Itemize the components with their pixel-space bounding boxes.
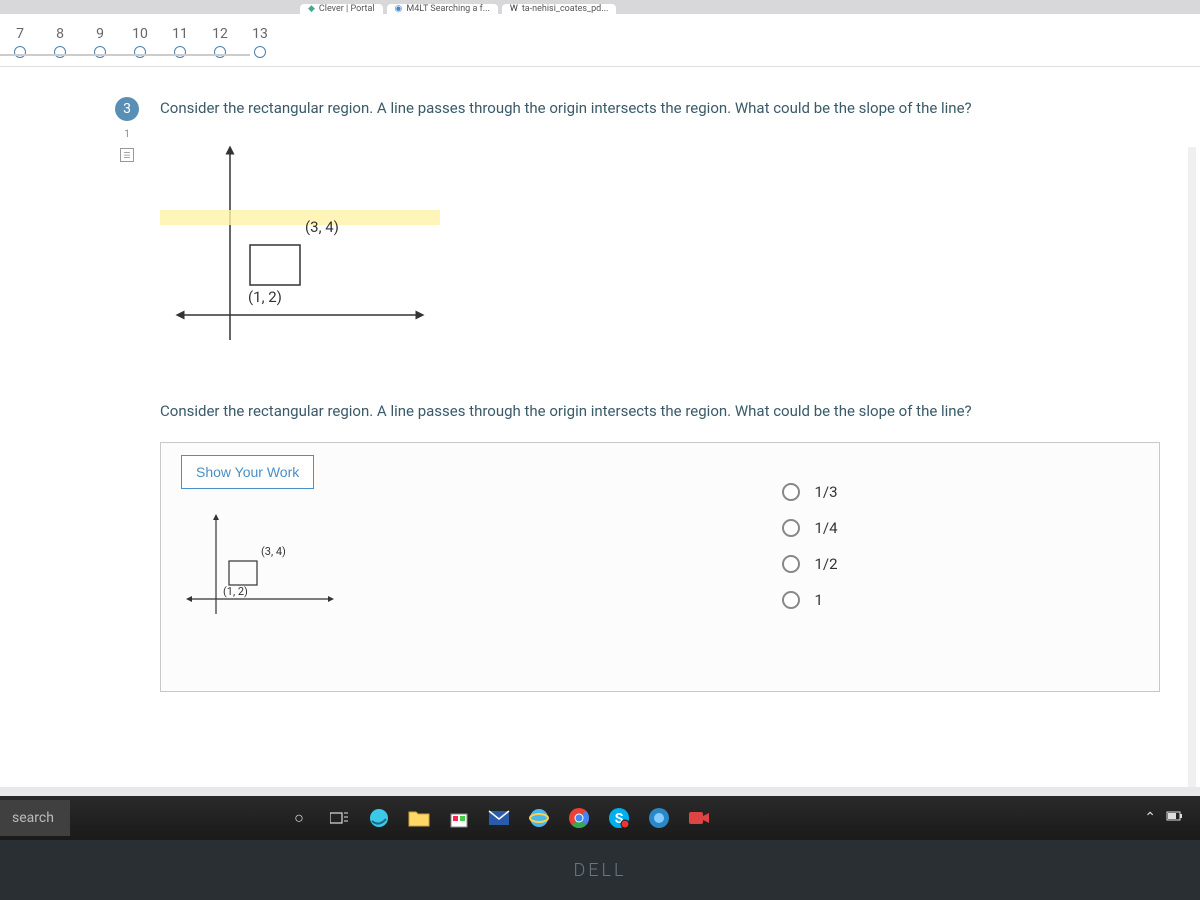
nav-question-13[interactable]: 13: [250, 26, 270, 58]
show-your-work-button[interactable]: Show Your Work: [181, 455, 314, 489]
store-icon[interactable]: [442, 801, 476, 835]
nav-dot-icon: [14, 46, 26, 58]
browser-tab[interactable]: ◉ M4LT Searching a f...: [387, 4, 498, 14]
scrollbar[interactable]: [1188, 147, 1196, 787]
question-flag-icon[interactable]: ☰: [120, 148, 134, 162]
option-1-4[interactable]: 1/4: [782, 519, 837, 537]
coord-label-bl: (1, 2): [248, 288, 282, 306]
nav-dot-icon: [174, 46, 186, 58]
radio-icon: [782, 591, 800, 609]
radio-icon: [782, 483, 800, 501]
tray-chevron-icon[interactable]: ⌃: [1144, 810, 1156, 826]
dell-logo: DELL: [573, 860, 626, 881]
chrome-icon[interactable]: [562, 801, 596, 835]
question-content: 3 1 ☰ Consider the rectangular region. A…: [0, 67, 1200, 787]
battery-icon[interactable]: [1166, 810, 1184, 826]
taskbar-search[interactable]: search: [0, 800, 70, 836]
laptop-bezel: DELL: [0, 840, 1200, 900]
tab-favicon: ◆: [308, 4, 315, 14]
question-prompt-1: Consider the rectangular region. A line …: [160, 97, 1160, 120]
question-navigator: 5 7 8 9 10 11 12 13: [0, 14, 1200, 67]
system-tray[interactable]: ⌃: [1144, 810, 1196, 826]
option-1-3[interactable]: 1/3: [782, 483, 837, 501]
ie-icon[interactable]: [522, 801, 556, 835]
windows-taskbar: search ○ S ⌃: [0, 796, 1200, 840]
nav-dot-icon: [54, 46, 66, 58]
nav-connector-line: [0, 54, 250, 56]
mail-icon[interactable]: [482, 801, 516, 835]
browser-tab[interactable]: W ta-nehisi_coates_pd...: [502, 4, 617, 14]
skype-icon[interactable]: S: [602, 801, 636, 835]
option-1-2[interactable]: 1/2: [782, 555, 837, 573]
question-prompt-2: Consider the rectangular region. A line …: [160, 400, 1160, 423]
app-icon[interactable]: [642, 801, 676, 835]
nav-dot-icon: [214, 46, 226, 58]
file-explorer-icon[interactable]: [402, 801, 436, 835]
task-view-icon[interactable]: [322, 801, 356, 835]
video-icon[interactable]: [682, 801, 716, 835]
tab-title: ta-nehisi_coates_pd...: [522, 4, 609, 14]
browser-tab[interactable]: ◆ Clever | Portal: [300, 4, 383, 14]
nav-dot-icon: [254, 46, 266, 58]
answer-options: 1/3 1/4 1/2 1: [782, 483, 837, 651]
tab-favicon: ◉: [395, 4, 403, 14]
browser-tab-strip: ◆ Clever | Portal ◉ M4LT Searching a f..…: [0, 0, 1200, 14]
tab-title: Clever | Portal: [319, 4, 375, 14]
tab-title: M4LT Searching a f...: [406, 4, 489, 14]
radio-icon: [782, 555, 800, 573]
question-points: 1: [124, 129, 130, 140]
tab-favicon: W: [510, 4, 518, 14]
nav-dot-icon: [94, 46, 106, 58]
show-work-panel: Show Your Work (3, 4) (1, 2): [160, 442, 1160, 692]
question-badge-column: 3 1 ☰: [115, 97, 139, 162]
edge-icon[interactable]: [362, 801, 396, 835]
radio-icon: [782, 519, 800, 537]
small-coord-label-bl: (1, 2): [223, 585, 248, 598]
small-coordinate-plane-figure: (3, 4) (1, 2): [181, 509, 341, 629]
cortana-icon[interactable]: ○: [282, 801, 316, 835]
question-number-badge: 3: [115, 97, 139, 121]
nav-dot-icon: [134, 46, 146, 58]
option-1[interactable]: 1: [782, 591, 837, 609]
coordinate-plane-figure: (3, 4) (1, 2): [160, 140, 440, 370]
small-coord-label-tr: (3, 4): [261, 545, 286, 558]
coord-label-tr: (3, 4): [305, 218, 339, 236]
